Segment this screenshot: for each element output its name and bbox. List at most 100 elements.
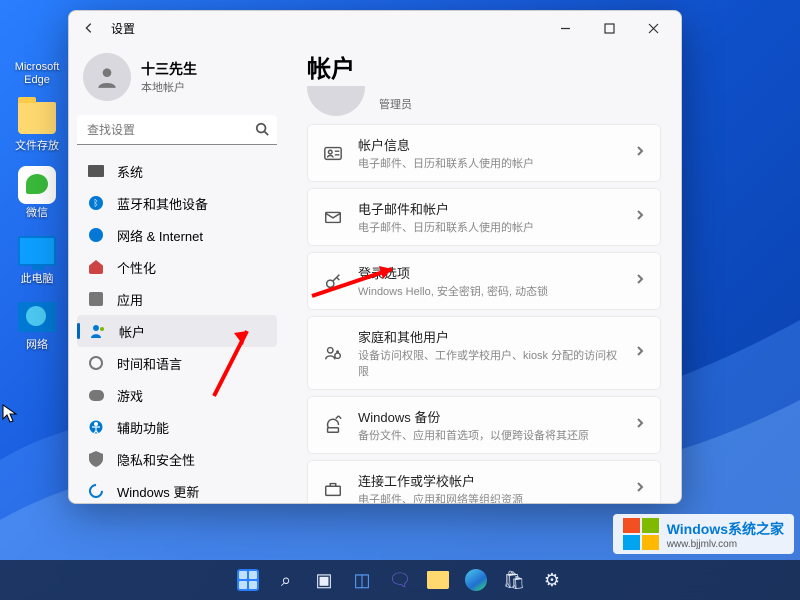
chevron-right-icon: [634, 272, 646, 290]
nav-accounts[interactable]: 帐户: [77, 315, 277, 347]
watermark-title: Windows系统之家: [667, 519, 784, 539]
id-card-icon: [322, 142, 344, 164]
taskbar-widgets[interactable]: ◫: [345, 563, 379, 597]
chevron-right-icon: [634, 416, 646, 434]
minimize-button[interactable]: [543, 13, 587, 43]
desktop: Microsoft Edge 文件存放 微信 此电脑 网络 设置: [0, 0, 800, 600]
chevron-right-icon: [634, 480, 646, 498]
chevron-right-icon: [634, 344, 646, 362]
desktop-icons-column: Microsoft Edge 文件存放 微信 此电脑 网络: [10, 20, 70, 364]
nav-system[interactable]: 系统: [77, 155, 277, 187]
taskbar[interactable]: ⌕ ▣ ◫ 🗨 🛍 ⚙: [0, 560, 800, 600]
card-family-users[interactable]: 家庭和其他用户设备访问权限、工作或学校用户、kiosk 分配的访问权限: [307, 316, 661, 390]
cursor-icon: [2, 404, 18, 429]
card-subtitle: 设备访问权限、工作或学校用户、kiosk 分配的访问权限: [358, 347, 620, 379]
taskbar-settings[interactable]: ⚙: [535, 563, 569, 597]
start-button[interactable]: [231, 563, 265, 597]
backup-icon: [322, 414, 344, 436]
search-box[interactable]: [77, 115, 277, 145]
gamepad-icon: [89, 390, 104, 401]
desktop-icon-wechat[interactable]: 微信: [10, 166, 64, 220]
brush-icon: [89, 260, 103, 274]
taskbar-search[interactable]: ⌕: [269, 563, 303, 597]
user-type: 本地帐户: [141, 79, 197, 95]
nav-network[interactable]: 网络 & Internet: [77, 219, 277, 251]
close-button[interactable]: [631, 13, 675, 43]
nav-apps[interactable]: 应用: [77, 283, 277, 315]
globe-icon: [18, 302, 56, 332]
nav-time-language[interactable]: 时间和语言: [77, 347, 277, 379]
nav-accessibility[interactable]: 辅助功能: [77, 411, 277, 443]
bluetooth-icon: ᛒ: [89, 196, 103, 210]
desktop-icon-this-pc[interactable]: 此电脑: [10, 232, 64, 286]
wechat-icon: [18, 166, 56, 204]
nav-windows-update[interactable]: Windows 更新: [77, 475, 277, 503]
card-subtitle: Windows Hello, 安全密钥, 密码, 动态锁: [358, 283, 620, 299]
store-icon: 🛍: [503, 570, 526, 591]
card-work-school[interactable]: 连接工作或学校帐户电子邮件、应用和网络等组织资源: [307, 460, 661, 503]
taskbar-taskview[interactable]: ▣: [307, 563, 341, 597]
desktop-icon-label: 文件存放: [10, 140, 64, 153]
card-title: 登录选项: [358, 263, 620, 282]
taskbar-store[interactable]: 🛍: [497, 563, 531, 597]
accessibility-icon: [87, 418, 105, 436]
desktop-icon-label: Microsoft Edge: [10, 61, 64, 87]
folder-icon: [427, 571, 449, 589]
update-icon: [86, 481, 106, 501]
window-title: 设置: [111, 20, 135, 37]
desktop-icon-network[interactable]: 网络: [10, 298, 64, 352]
titlebar[interactable]: 设置: [69, 11, 681, 45]
card-title: 连接工作或学校帐户: [358, 471, 620, 490]
card-email-accounts[interactable]: 电子邮件和帐户电子邮件、日历和联系人使用的帐户: [307, 188, 661, 246]
nav-label: 游戏: [117, 386, 143, 405]
nav-label: 时间和语言: [117, 354, 182, 373]
taskbar-edge[interactable]: [459, 563, 493, 597]
apps-icon: [89, 292, 103, 306]
system-icon: [88, 165, 104, 177]
nav-personalization[interactable]: 个性化: [77, 251, 277, 283]
back-button[interactable]: [75, 14, 103, 42]
card-windows-backup[interactable]: Windows 备份备份文件、应用和首选项，以便跨设备将其还原: [307, 396, 661, 454]
monitor-icon: [18, 236, 56, 266]
clock-icon: [89, 356, 103, 370]
user-name: 十三先生: [141, 59, 197, 79]
desktop-icon-label: 此电脑: [10, 273, 64, 286]
chevron-right-icon: [634, 208, 646, 226]
taskbar-explorer[interactable]: [421, 563, 455, 597]
desktop-icon-label: 微信: [10, 207, 64, 220]
card-title: 家庭和其他用户: [358, 327, 620, 346]
card-subtitle: 电子邮件、日历和联系人使用的帐户: [358, 155, 620, 171]
mail-icon: [322, 206, 344, 228]
content-pane: 帐户 管理员 帐户信息电子邮件、日历和联系人使用的帐户 电子邮件和帐户电子邮件、…: [285, 45, 681, 503]
user-card[interactable]: 十三先生 本地帐户: [77, 47, 277, 115]
search-icon: [255, 122, 269, 141]
taskbar-chat[interactable]: 🗨: [383, 563, 417, 597]
nav-list: 系统 ᛒ 蓝牙和其他设备 网络 & Internet 个性化 应用 帐户 时间和语…: [77, 155, 277, 503]
desktop-icon-edge[interactable]: Microsoft Edge: [10, 20, 64, 87]
card-title: 帐户信息: [358, 135, 620, 154]
nav-label: 网络 & Internet: [117, 226, 203, 245]
chat-icon: 🗨: [389, 570, 412, 591]
card-subtitle: 电子邮件、应用和网络等组织资源: [358, 491, 620, 503]
widgets-icon: ◫: [353, 570, 370, 591]
large-avatar-icon: [307, 86, 365, 116]
nav-bluetooth[interactable]: ᛒ 蓝牙和其他设备: [77, 187, 277, 219]
card-title: Windows 备份: [358, 407, 620, 426]
desktop-icon-folder[interactable]: 文件存放: [10, 99, 64, 153]
key-icon: [322, 270, 344, 292]
desktop-icon-label: 网络: [10, 339, 64, 352]
wifi-icon: [89, 228, 103, 242]
shield-icon: [87, 450, 105, 468]
card-account-info[interactable]: 帐户信息电子邮件、日历和联系人使用的帐户: [307, 124, 661, 182]
card-sign-in-options[interactable]: 登录选项Windows Hello, 安全密钥, 密码, 动态锁: [307, 252, 661, 310]
watermark: Windows系统之家 www.bjjmlv.com: [613, 514, 794, 554]
maximize-button[interactable]: [587, 13, 631, 43]
nav-label: Windows 更新: [117, 482, 199, 501]
nav-gaming[interactable]: 游戏: [77, 379, 277, 411]
search-input[interactable]: [77, 115, 277, 145]
nav-privacy[interactable]: 隐私和安全性: [77, 443, 277, 475]
nav-label: 隐私和安全性: [117, 450, 195, 469]
search-icon: ⌕: [281, 570, 291, 591]
nav-label: 蓝牙和其他设备: [117, 194, 208, 213]
card-subtitle: 电子邮件、日历和联系人使用的帐户: [358, 219, 620, 235]
